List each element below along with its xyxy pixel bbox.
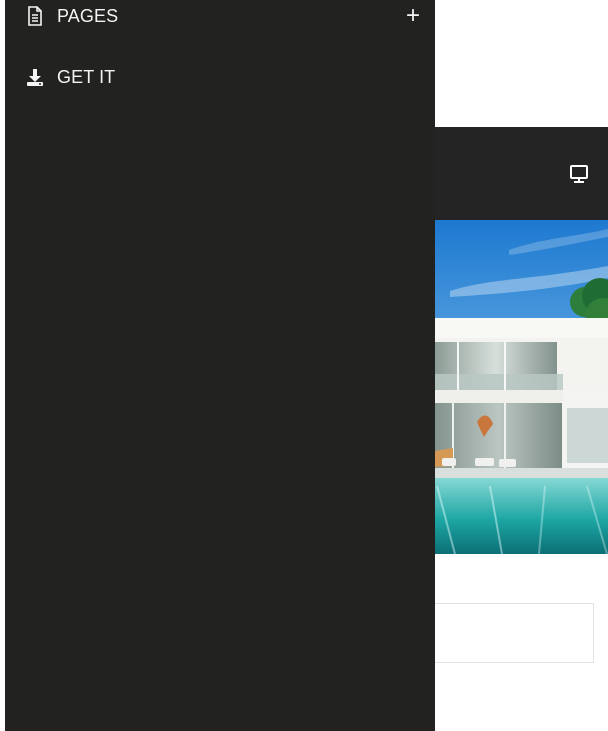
desktop-monitor-icon bbox=[570, 165, 588, 183]
modern-villa-pool-image bbox=[435, 220, 608, 554]
nav-item-pages[interactable]: PAGES bbox=[25, 1, 118, 31]
app-page: PAGES + GET IT bbox=[0, 0, 608, 731]
side-navigation-drawer: PAGES + GET IT bbox=[5, 0, 435, 731]
expand-pages-button[interactable]: + bbox=[401, 3, 425, 29]
document-icon bbox=[25, 6, 45, 26]
background-input-field[interactable] bbox=[435, 603, 594, 663]
nav-item-pages-label: PAGES bbox=[57, 5, 119, 26]
desktop-view-button[interactable] bbox=[565, 160, 593, 188]
nav-item-get-it[interactable]: GET IT bbox=[25, 62, 115, 92]
nav-item-get-it-label: GET IT bbox=[57, 66, 116, 87]
download-icon bbox=[25, 67, 45, 87]
hero-image bbox=[435, 220, 608, 554]
